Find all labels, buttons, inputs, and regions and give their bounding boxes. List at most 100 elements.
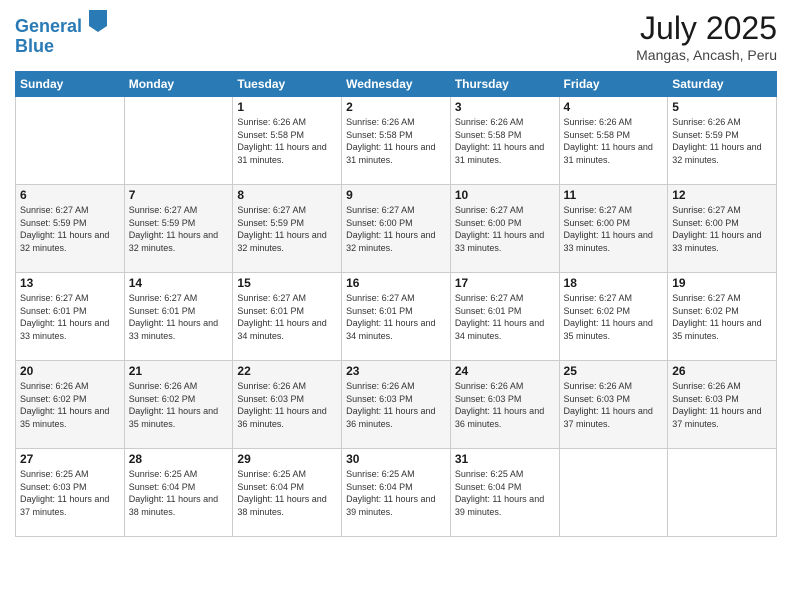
sunset: Sunset: 5:59 PM [237, 217, 337, 230]
daylight: Daylight: 11 hours and 32 minutes. [237, 229, 337, 254]
day-info: Sunrise: 6:27 AM Sunset: 5:59 PM Dayligh… [237, 204, 337, 254]
day-cell: 17 Sunrise: 6:27 AM Sunset: 6:01 PM Dayl… [450, 273, 559, 361]
sunrise: Sunrise: 6:27 AM [346, 204, 446, 217]
day-info: Sunrise: 6:26 AM Sunset: 6:03 PM Dayligh… [346, 380, 446, 430]
daylight: Daylight: 11 hours and 35 minutes. [129, 405, 229, 430]
day-info: Sunrise: 6:25 AM Sunset: 6:04 PM Dayligh… [346, 468, 446, 518]
day-cell: 18 Sunrise: 6:27 AM Sunset: 6:02 PM Dayl… [559, 273, 668, 361]
sunset: Sunset: 5:58 PM [564, 129, 664, 142]
sunrise: Sunrise: 6:26 AM [346, 116, 446, 129]
day-number: 20 [20, 364, 120, 378]
sunset: Sunset: 5:59 PM [672, 129, 772, 142]
sunset: Sunset: 6:01 PM [129, 305, 229, 318]
daylight: Daylight: 11 hours and 38 minutes. [237, 493, 337, 518]
day-number: 1 [237, 100, 337, 114]
day-info: Sunrise: 6:26 AM Sunset: 6:03 PM Dayligh… [564, 380, 664, 430]
calendar-table: Sunday Monday Tuesday Wednesday Thursday… [15, 71, 777, 537]
sunrise: Sunrise: 6:27 AM [455, 204, 555, 217]
day-info: Sunrise: 6:27 AM Sunset: 6:00 PM Dayligh… [564, 204, 664, 254]
day-number: 17 [455, 276, 555, 290]
sunrise: Sunrise: 6:26 AM [672, 380, 772, 393]
day-number: 8 [237, 188, 337, 202]
day-number: 6 [20, 188, 120, 202]
day-cell: 30 Sunrise: 6:25 AM Sunset: 6:04 PM Dayl… [342, 449, 451, 537]
day-info: Sunrise: 6:27 AM Sunset: 6:01 PM Dayligh… [20, 292, 120, 342]
logo: General Blue [15, 10, 107, 57]
day-info: Sunrise: 6:25 AM Sunset: 6:04 PM Dayligh… [237, 468, 337, 518]
day-info: Sunrise: 6:26 AM Sunset: 6:02 PM Dayligh… [129, 380, 229, 430]
sunrise: Sunrise: 6:25 AM [455, 468, 555, 481]
daylight: Daylight: 11 hours and 32 minutes. [346, 229, 446, 254]
daylight: Daylight: 11 hours and 34 minutes. [346, 317, 446, 342]
day-number: 9 [346, 188, 446, 202]
sunrise: Sunrise: 6:27 AM [346, 292, 446, 305]
day-number: 15 [237, 276, 337, 290]
day-info: Sunrise: 6:27 AM Sunset: 5:59 PM Dayligh… [129, 204, 229, 254]
day-info: Sunrise: 6:27 AM Sunset: 6:02 PM Dayligh… [564, 292, 664, 342]
day-cell [668, 449, 777, 537]
sunrise: Sunrise: 6:26 AM [455, 116, 555, 129]
day-info: Sunrise: 6:26 AM Sunset: 6:03 PM Dayligh… [672, 380, 772, 430]
day-info: Sunrise: 6:26 AM Sunset: 6:02 PM Dayligh… [20, 380, 120, 430]
sunrise: Sunrise: 6:26 AM [129, 380, 229, 393]
sunrise: Sunrise: 6:26 AM [564, 380, 664, 393]
col-wednesday: Wednesday [342, 72, 451, 97]
sunrise: Sunrise: 6:27 AM [237, 292, 337, 305]
day-number: 18 [564, 276, 664, 290]
day-cell: 8 Sunrise: 6:27 AM Sunset: 5:59 PM Dayli… [233, 185, 342, 273]
daylight: Daylight: 11 hours and 32 minutes. [129, 229, 229, 254]
sunrise: Sunrise: 6:25 AM [346, 468, 446, 481]
day-number: 16 [346, 276, 446, 290]
day-cell: 13 Sunrise: 6:27 AM Sunset: 6:01 PM Dayl… [16, 273, 125, 361]
day-number: 19 [672, 276, 772, 290]
day-number: 13 [20, 276, 120, 290]
sunset: Sunset: 6:02 PM [672, 305, 772, 318]
sunset: Sunset: 6:02 PM [129, 393, 229, 406]
col-monday: Monday [124, 72, 233, 97]
day-cell: 29 Sunrise: 6:25 AM Sunset: 6:04 PM Dayl… [233, 449, 342, 537]
week-row-4: 20 Sunrise: 6:26 AM Sunset: 6:02 PM Dayl… [16, 361, 777, 449]
day-cell: 22 Sunrise: 6:26 AM Sunset: 6:03 PM Dayl… [233, 361, 342, 449]
day-cell: 25 Sunrise: 6:26 AM Sunset: 6:03 PM Dayl… [559, 361, 668, 449]
day-cell: 6 Sunrise: 6:27 AM Sunset: 5:59 PM Dayli… [16, 185, 125, 273]
day-cell [124, 97, 233, 185]
day-info: Sunrise: 6:27 AM Sunset: 6:02 PM Dayligh… [672, 292, 772, 342]
day-number: 27 [20, 452, 120, 466]
title-section: July 2025 Mangas, Ancash, Peru [636, 10, 777, 63]
calendar-body: 1 Sunrise: 6:26 AM Sunset: 5:58 PM Dayli… [16, 97, 777, 537]
sunrise: Sunrise: 6:25 AM [237, 468, 337, 481]
sunset: Sunset: 5:58 PM [237, 129, 337, 142]
day-number: 31 [455, 452, 555, 466]
sunrise: Sunrise: 6:27 AM [672, 204, 772, 217]
header-row: Sunday Monday Tuesday Wednesday Thursday… [16, 72, 777, 97]
col-thursday: Thursday [450, 72, 559, 97]
sunset: Sunset: 5:58 PM [346, 129, 446, 142]
day-info: Sunrise: 6:27 AM Sunset: 6:00 PM Dayligh… [455, 204, 555, 254]
logo-icon [89, 10, 107, 32]
sunrise: Sunrise: 6:26 AM [346, 380, 446, 393]
sunset: Sunset: 6:04 PM [346, 481, 446, 494]
sunset: Sunset: 6:03 PM [455, 393, 555, 406]
day-info: Sunrise: 6:26 AM Sunset: 6:03 PM Dayligh… [237, 380, 337, 430]
daylight: Daylight: 11 hours and 33 minutes. [129, 317, 229, 342]
day-cell: 24 Sunrise: 6:26 AM Sunset: 6:03 PM Dayl… [450, 361, 559, 449]
day-number: 10 [455, 188, 555, 202]
day-number: 21 [129, 364, 229, 378]
daylight: Daylight: 11 hours and 32 minutes. [672, 141, 772, 166]
day-number: 22 [237, 364, 337, 378]
day-cell: 15 Sunrise: 6:27 AM Sunset: 6:01 PM Dayl… [233, 273, 342, 361]
calendar-subtitle: Mangas, Ancash, Peru [636, 47, 777, 63]
day-number: 24 [455, 364, 555, 378]
day-cell: 23 Sunrise: 6:26 AM Sunset: 6:03 PM Dayl… [342, 361, 451, 449]
sunrise: Sunrise: 6:27 AM [564, 204, 664, 217]
day-cell: 9 Sunrise: 6:27 AM Sunset: 6:00 PM Dayli… [342, 185, 451, 273]
day-cell: 2 Sunrise: 6:26 AM Sunset: 5:58 PM Dayli… [342, 97, 451, 185]
day-number: 30 [346, 452, 446, 466]
day-info: Sunrise: 6:26 AM Sunset: 6:03 PM Dayligh… [455, 380, 555, 430]
sunrise: Sunrise: 6:27 AM [20, 292, 120, 305]
day-info: Sunrise: 6:25 AM Sunset: 6:04 PM Dayligh… [129, 468, 229, 518]
day-info: Sunrise: 6:26 AM Sunset: 5:58 PM Dayligh… [237, 116, 337, 166]
week-row-5: 27 Sunrise: 6:25 AM Sunset: 6:03 PM Dayl… [16, 449, 777, 537]
day-number: 28 [129, 452, 229, 466]
day-info: Sunrise: 6:26 AM Sunset: 5:58 PM Dayligh… [564, 116, 664, 166]
